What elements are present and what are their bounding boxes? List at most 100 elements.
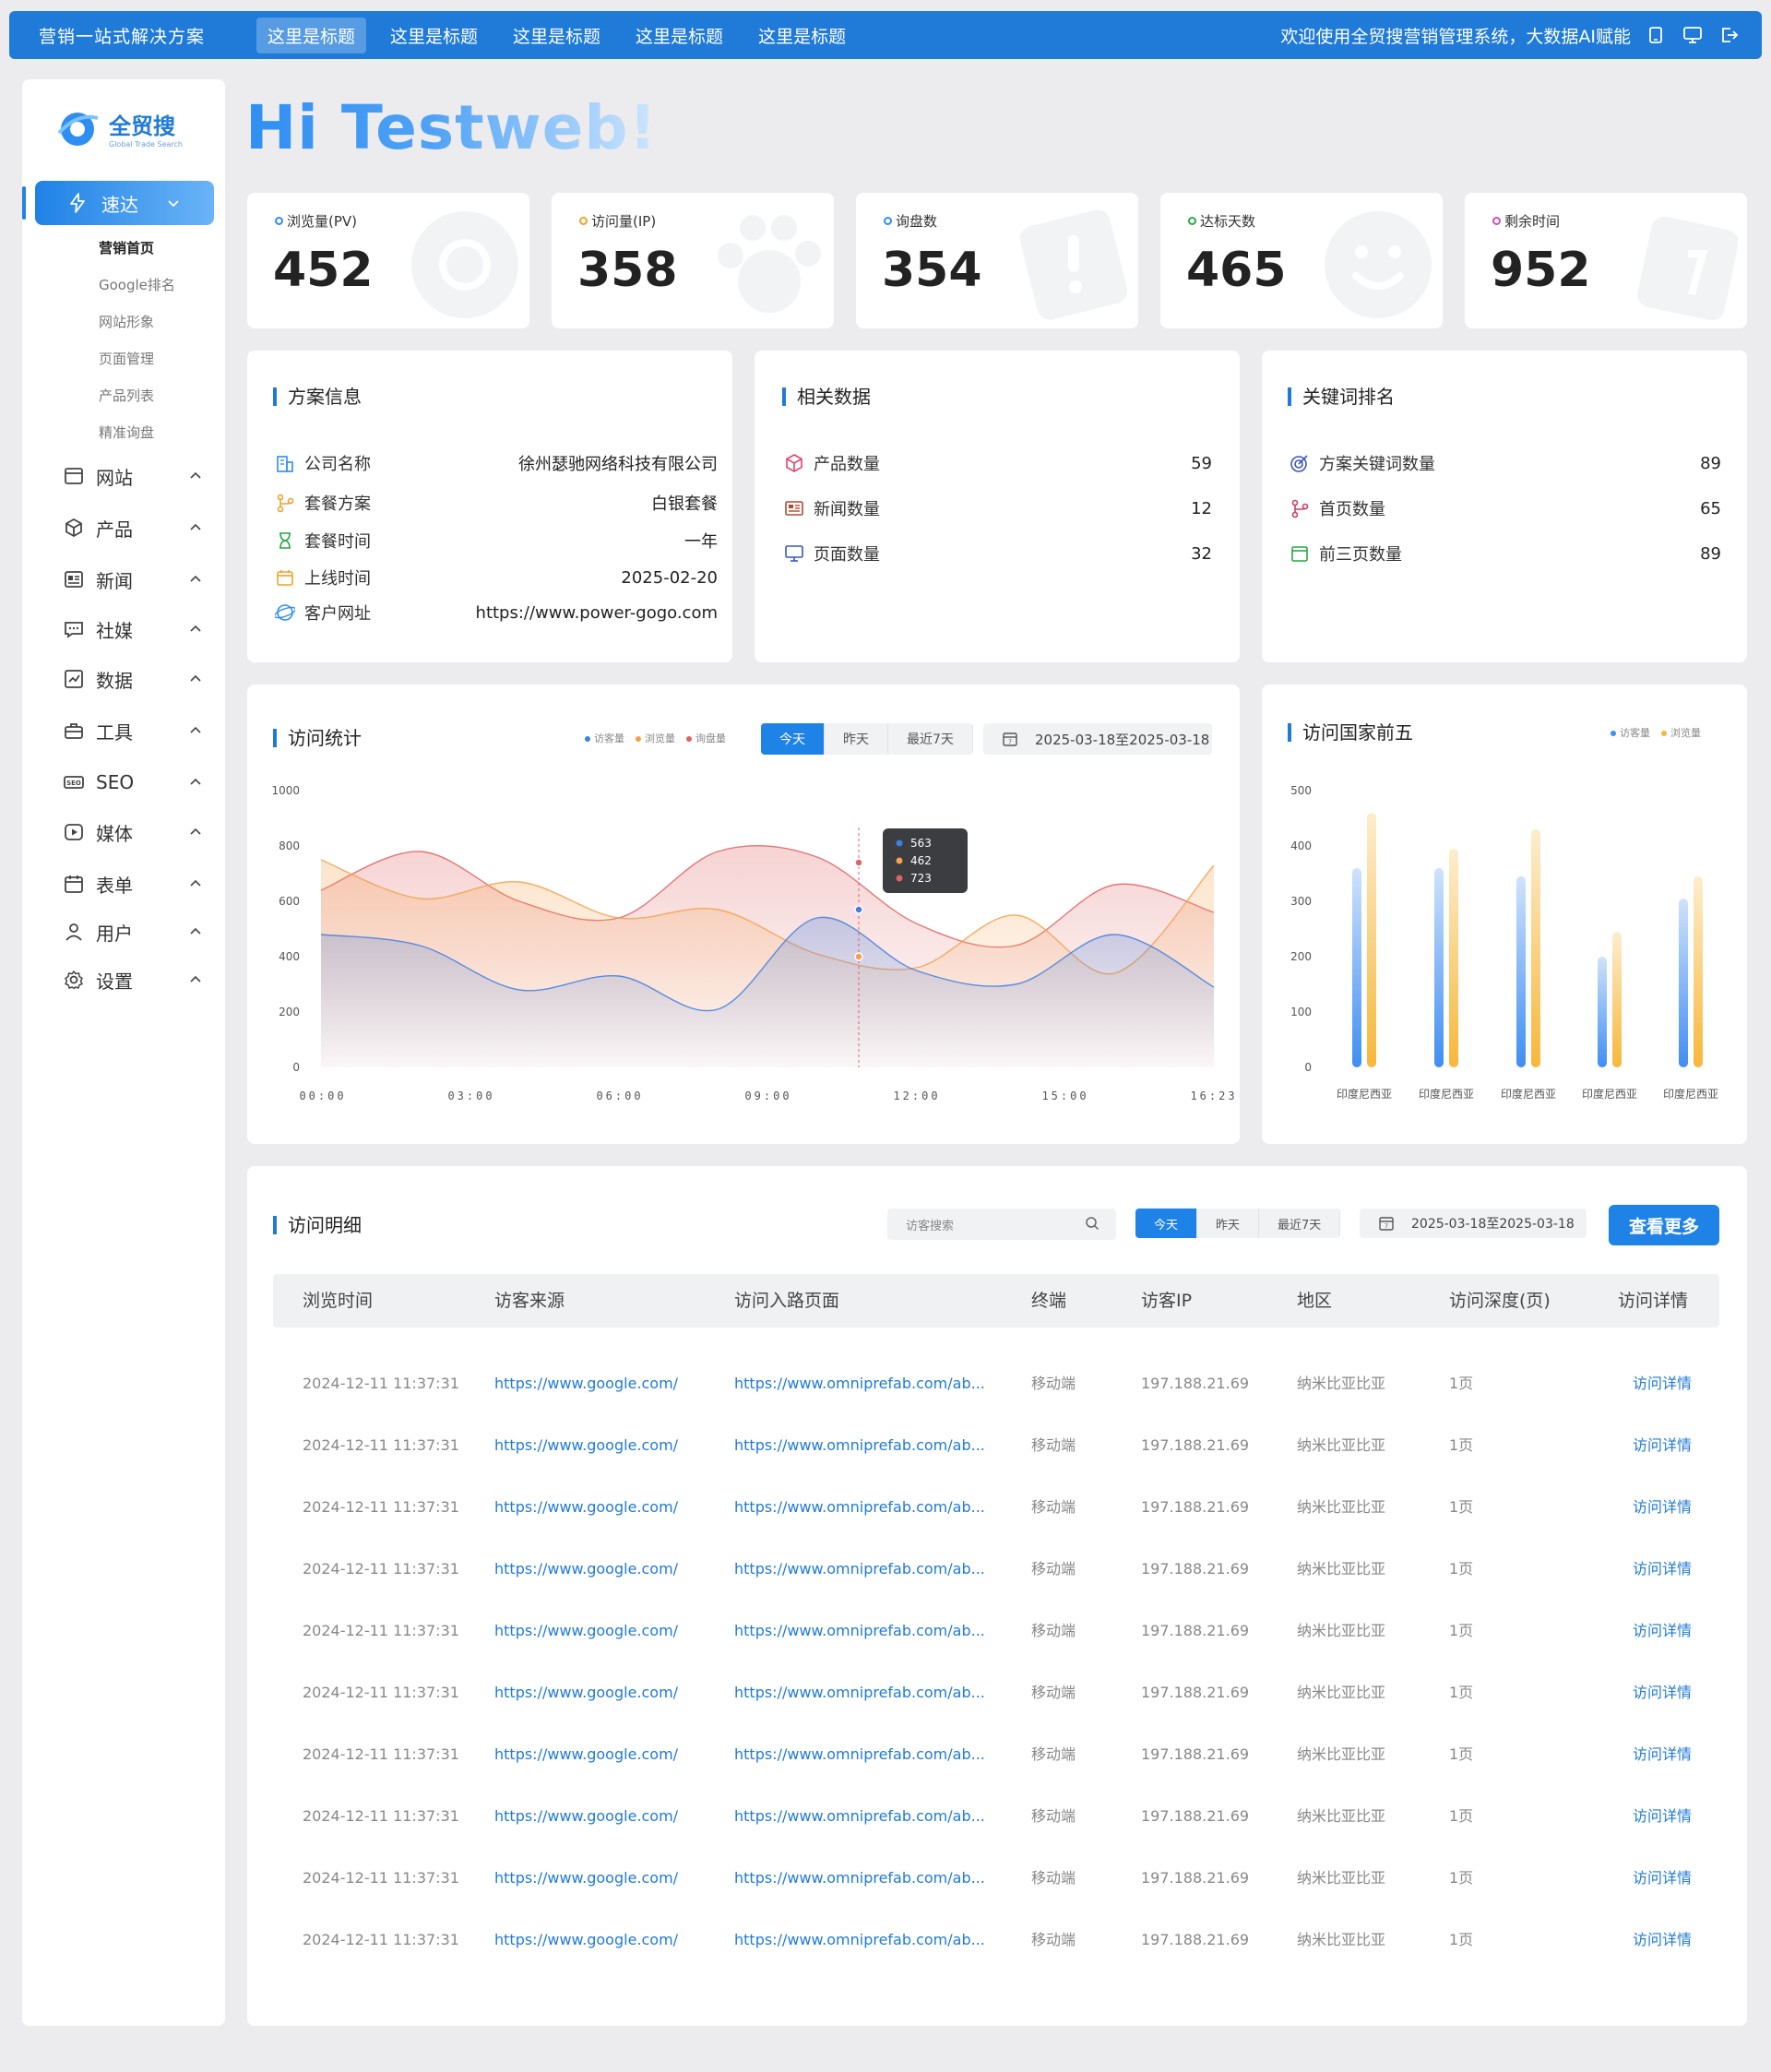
stat-value: 465 bbox=[1186, 243, 1287, 298]
tooltip-value: 723 bbox=[910, 872, 932, 885]
visit-detail-link[interactable]: 访问详情 bbox=[1633, 1494, 1692, 1521]
sidebar-item-media[interactable]: 媒体 bbox=[63, 817, 210, 847]
tab-yesterday[interactable]: 昨天 bbox=[1197, 1209, 1260, 1238]
cell-entry-page-link[interactable]: https://www.omniprefab.com/ab... bbox=[734, 1679, 985, 1707]
cell-time: 2024-12-11 11:37:31 bbox=[303, 1375, 459, 1392]
cell-depth: 1页 bbox=[1449, 1622, 1474, 1639]
cell-entry-page-link[interactable]: https://www.omniprefab.com/ab... bbox=[734, 1741, 985, 1768]
tab-last-7-days[interactable]: 最近7天 bbox=[1259, 1209, 1341, 1238]
sidebar-item-social[interactable]: 社媒 bbox=[63, 614, 210, 644]
tab-yesterday[interactable]: 昨天 bbox=[825, 723, 888, 755]
subitem-product-list[interactable]: 产品列表 bbox=[99, 386, 154, 405]
hourglass-icon bbox=[273, 529, 297, 553]
tab-today[interactable]: 今天 bbox=[761, 723, 825, 755]
info-row-news: 新闻数量 12 bbox=[782, 494, 1212, 522]
visit-detail-link[interactable]: 访问详情 bbox=[1633, 1370, 1692, 1398]
section-title: 关键词排名 bbox=[1288, 387, 1395, 406]
y-tick-label: 1000 bbox=[271, 784, 300, 797]
x-tick-label: 06:00 bbox=[596, 1090, 643, 1102]
visit-detail-link[interactable]: 访问详情 bbox=[1633, 1864, 1692, 1892]
tablet-icon[interactable] bbox=[1644, 23, 1668, 47]
subitem-site-image[interactable]: 网站形象 bbox=[99, 312, 154, 331]
subitem-marketing-home[interactable]: 营销首页 bbox=[99, 238, 154, 257]
sidebar-item-product[interactable]: 产品 bbox=[63, 513, 210, 542]
tab-today[interactable]: 今天 bbox=[1135, 1209, 1198, 1238]
visit-detail-link[interactable]: 访问详情 bbox=[1633, 1432, 1692, 1459]
cell-device: 移动端 bbox=[1031, 1745, 1076, 1763]
cell-region: 纳米比亚比亚 bbox=[1297, 1684, 1386, 1701]
top-countries-card: 访问国家前五 访客量 浏览量 0 100 200 300 400 500 印度尼西亚 印度尼西… bbox=[1262, 685, 1747, 1144]
cell-entry-page-link[interactable]: https://www.omniprefab.com/ab... bbox=[734, 1494, 985, 1521]
date-range-picker[interactable]: 7 2025-03-18至2025-03-18 bbox=[983, 723, 1212, 755]
sidebar-item-suda[interactable]: 速达 bbox=[35, 181, 214, 225]
view-more-button[interactable]: 查看更多 bbox=[1609, 1205, 1719, 1245]
visit-detail-link[interactable]: 访问详情 bbox=[1633, 1926, 1692, 1954]
info-key: 首页数量 bbox=[1319, 500, 1385, 519]
sidebar-item-seo[interactable]: SEO SEO bbox=[63, 768, 210, 797]
chat-icon bbox=[65, 622, 83, 638]
subitem-page-manage[interactable]: 页面管理 bbox=[99, 349, 154, 368]
visit-detail-link[interactable]: 访问详情 bbox=[1633, 1803, 1692, 1830]
visit-detail-link[interactable]: 访问详情 bbox=[1633, 1741, 1692, 1768]
visitor-search-input[interactable]: 访客搜索 bbox=[887, 1209, 1116, 1240]
tab-last-7-days[interactable]: 最近7天 bbox=[888, 723, 973, 755]
cell-device: 移动端 bbox=[1031, 1931, 1076, 1948]
cell-source-link[interactable]: https://www.google.com/ bbox=[494, 1494, 678, 1521]
cell-entry-page-link[interactable]: https://www.omniprefab.com/ab... bbox=[734, 1803, 985, 1830]
sidebar-item-website[interactable]: 网站 bbox=[63, 461, 210, 491]
subitem-precise-inquiry[interactable]: 精准询盘 bbox=[99, 423, 154, 442]
cell-entry-page-link[interactable]: https://www.omniprefab.com/ab... bbox=[734, 1617, 985, 1645]
top-tab-4[interactable]: 这里是标题 bbox=[624, 18, 734, 54]
series-area bbox=[321, 917, 1214, 1067]
cell-depth: 1页 bbox=[1449, 1375, 1474, 1392]
search-icon[interactable] bbox=[1085, 1216, 1099, 1231]
sidebar-item-data[interactable]: 数据 bbox=[63, 664, 210, 694]
chevron-up-icon bbox=[190, 575, 201, 582]
cell-source-link[interactable]: https://www.google.com/ bbox=[494, 1679, 678, 1707]
cell-entry-page-link[interactable]: https://www.omniprefab.com/ab... bbox=[734, 1864, 985, 1892]
bar bbox=[1516, 876, 1526, 1067]
cell-entry-page-link[interactable]: https://www.omniprefab.com/ab... bbox=[734, 1432, 985, 1459]
cell-entry-page-link[interactable]: https://www.omniprefab.com/ab... bbox=[734, 1555, 985, 1583]
sidebar: 全贸搜 Global Trade Search 速达 营销首页 Google排名… bbox=[22, 79, 225, 2026]
top-tab-3[interactable]: 这里是标题 bbox=[502, 18, 612, 54]
x-tick-label: 09:00 bbox=[744, 1090, 791, 1102]
table-row: 2024-12-11 11:37:31 https://www.google.co… bbox=[273, 1926, 1719, 1954]
cell-source-link[interactable]: https://www.google.com/ bbox=[494, 1370, 678, 1398]
logout-icon[interactable] bbox=[1718, 23, 1741, 47]
cell-source-link[interactable]: https://www.google.com/ bbox=[494, 1864, 678, 1892]
sidebar-item-news[interactable]: 新闻 bbox=[63, 565, 210, 594]
top-tab-1[interactable]: 这里是标题 bbox=[256, 17, 367, 54]
series-area bbox=[321, 860, 1214, 1067]
cell-ip: 197.188.21.69 bbox=[1141, 1869, 1250, 1887]
cell-source-link[interactable]: https://www.google.com/ bbox=[494, 1741, 678, 1768]
sidebar-item-settings[interactable]: 设置 bbox=[63, 965, 210, 994]
date-range-picker[interactable]: 7 2025-03-18至2025-03-18 bbox=[1360, 1209, 1587, 1238]
sidebar-item-tools[interactable]: 工具 bbox=[63, 716, 210, 745]
globe-icon bbox=[273, 601, 297, 625]
cell-source-link[interactable]: https://www.google.com/ bbox=[494, 1555, 678, 1583]
stat-value: 452 bbox=[273, 243, 374, 298]
subitem-google-rank[interactable]: Google排名 bbox=[99, 275, 175, 294]
visit-detail-link[interactable]: 访问详情 bbox=[1633, 1617, 1692, 1645]
cell-region: 纳米比亚比亚 bbox=[1297, 1869, 1386, 1887]
info-value[interactable]: https://www.power-gogo.com bbox=[476, 603, 718, 623]
top-tab-5[interactable]: 这里是标题 bbox=[747, 18, 857, 54]
info-key: 产品数量 bbox=[814, 455, 880, 474]
cell-source-link[interactable]: https://www.google.com/ bbox=[494, 1432, 678, 1459]
cell-ip: 197.188.21.69 bbox=[1141, 1622, 1250, 1639]
monitor-icon[interactable] bbox=[1681, 23, 1705, 47]
column-header: 访客IP bbox=[1141, 1291, 1193, 1311]
sidebar-item-users[interactable]: 用户 bbox=[63, 917, 210, 947]
cell-entry-page-link[interactable]: https://www.omniprefab.com/ab... bbox=[734, 1926, 985, 1954]
svg-text:7: 7 bbox=[1385, 1223, 1388, 1230]
cell-source-link[interactable]: https://www.google.com/ bbox=[494, 1617, 678, 1645]
cell-entry-page-link[interactable]: https://www.omniprefab.com/ab... bbox=[734, 1370, 985, 1398]
cell-source-link[interactable]: https://www.google.com/ bbox=[494, 1926, 678, 1954]
cell-source-link[interactable]: https://www.google.com/ bbox=[494, 1803, 678, 1830]
sidebar-item-forms[interactable]: 表单 bbox=[63, 869, 210, 899]
visit-detail-link[interactable]: 访问详情 bbox=[1633, 1679, 1692, 1707]
info-value: 一年 bbox=[684, 532, 718, 552]
top-tab-2[interactable]: 这里是标题 bbox=[379, 18, 489, 54]
visit-detail-link[interactable]: 访问详情 bbox=[1633, 1555, 1692, 1583]
